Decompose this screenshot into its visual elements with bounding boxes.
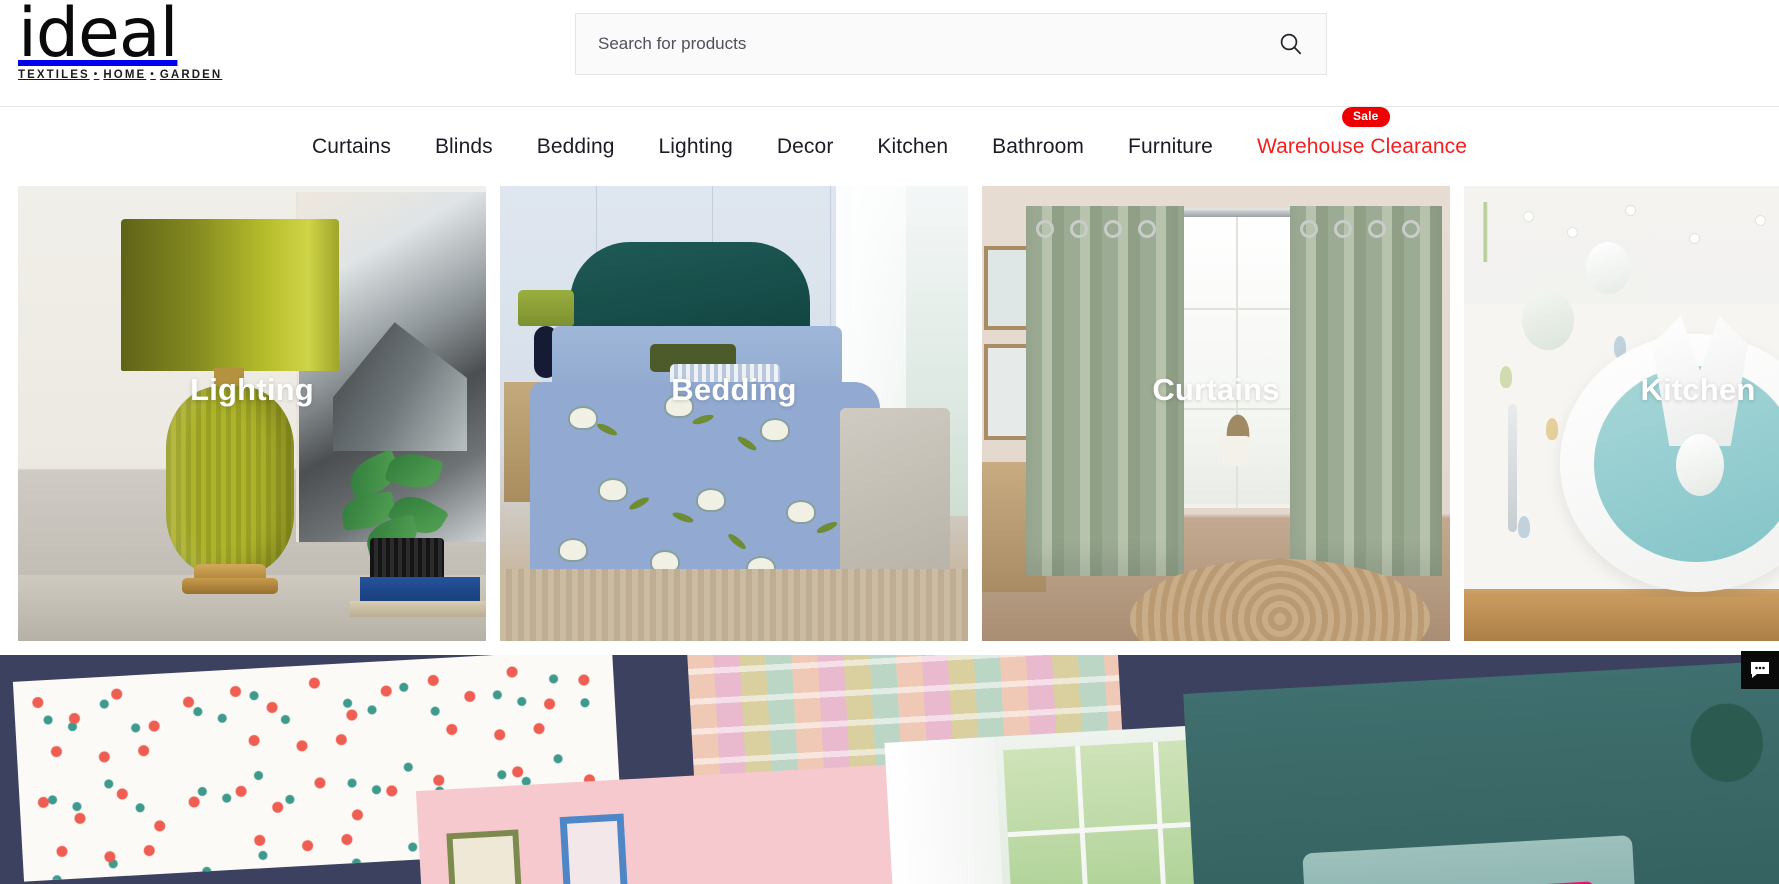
search-icon xyxy=(1278,31,1304,57)
site-logo[interactable]: ideal TEXTILES • HOME • GARDEN xyxy=(18,0,238,81)
nav-item-blinds[interactable]: Blinds xyxy=(413,125,515,169)
nav-item-warehouse-clearance-label: Warehouse Clearance xyxy=(1256,134,1468,158)
logo-tagline-textiles: TEXTILES xyxy=(18,68,90,81)
nav-item-warehouse-clearance[interactable]: Sale Warehouse Clearance xyxy=(1235,106,1489,169)
bedding-tile-image xyxy=(500,186,968,641)
category-tile-lighting[interactable]: Lighting xyxy=(18,186,486,641)
category-tile-curtains[interactable]: Curtains xyxy=(982,186,1450,641)
promo-banner-panel-teal-living-room xyxy=(1183,660,1779,884)
lighting-tile-image xyxy=(18,186,486,641)
search-bar[interactable] xyxy=(575,13,1327,75)
nav-item-furniture[interactable]: Furniture xyxy=(1106,125,1235,169)
main-navigation: Curtains Blinds Bedding Lighting Decor K… xyxy=(0,106,1779,186)
chat-widget-button[interactable] xyxy=(1741,651,1779,689)
category-tile-bedding[interactable]: Bedding xyxy=(500,186,968,641)
nav-item-bedding[interactable]: Bedding xyxy=(515,125,637,169)
nav-item-curtains[interactable]: Curtains xyxy=(290,125,413,169)
kitchen-tile-image xyxy=(1464,186,1779,641)
chat-bubble-icon xyxy=(1749,660,1771,680)
logo-wordmark: ideal xyxy=(18,0,178,73)
category-tiles: Lighting Bedding Curtains Kitchen xyxy=(0,186,1779,641)
logo-tagline-separator-2: • xyxy=(150,68,156,80)
sale-badge: Sale xyxy=(1342,106,1390,127)
nav-item-bathroom[interactable]: Bathroom xyxy=(970,125,1106,169)
nav-item-decor[interactable]: Decor xyxy=(755,125,856,169)
site-header: ideal TEXTILES • HOME • GARDEN xyxy=(0,0,1779,107)
logo-tagline: TEXTILES • HOME • GARDEN xyxy=(18,69,238,81)
search-input[interactable] xyxy=(576,14,1256,74)
promo-banner[interactable] xyxy=(0,655,1779,884)
nav-item-lighting[interactable]: Lighting xyxy=(637,125,755,169)
logo-tagline-separator-1: • xyxy=(93,68,100,80)
search-submit-button[interactable] xyxy=(1256,14,1326,74)
logo-tagline-garden: GARDEN xyxy=(159,68,223,81)
category-tile-kitchen[interactable]: Kitchen xyxy=(1464,186,1779,641)
logo-tagline-home: HOME xyxy=(103,68,147,81)
nav-item-kitchen[interactable]: Kitchen xyxy=(855,125,970,169)
curtains-tile-image xyxy=(982,186,1450,641)
